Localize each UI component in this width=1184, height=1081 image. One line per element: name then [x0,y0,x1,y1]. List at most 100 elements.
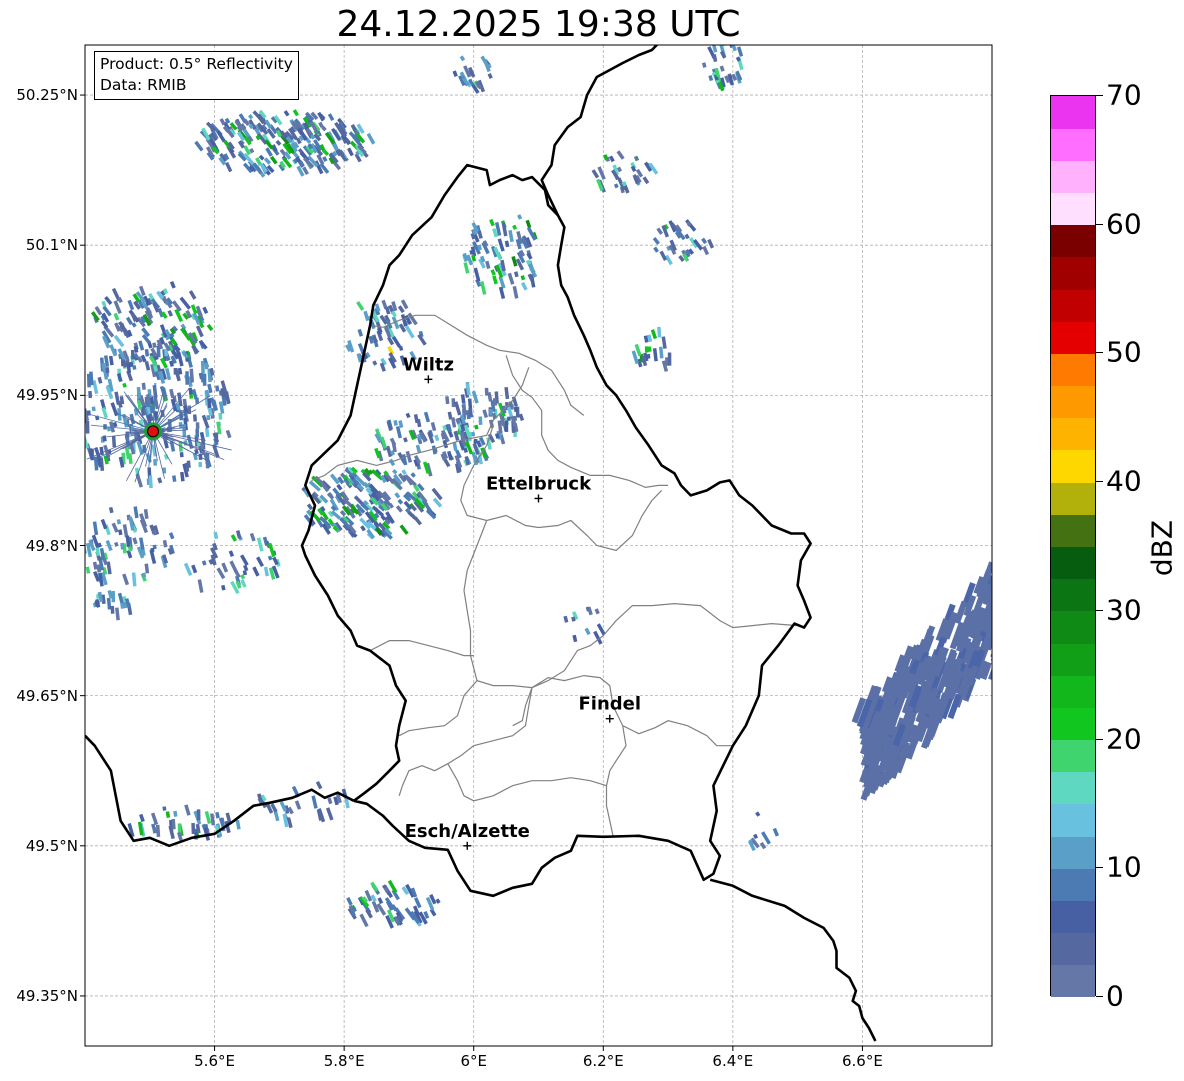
echo-cell [152,827,157,834]
lon-tick-label: 6.2°E [582,1052,624,1070]
colorbar-segment [1051,256,1095,290]
echo-cell [74,428,79,436]
echo-cell [110,605,115,614]
echo-cell [173,367,178,375]
echo-cell [153,458,158,466]
echo-cell [196,809,201,821]
colorbar-segment [1051,514,1095,547]
colorbar-tick [1096,609,1103,611]
colorbar-title: dBZ [1145,519,1179,577]
colorbar-tick-label: 0 [1106,979,1124,1013]
echo-cell [150,547,155,553]
colorbar-tick-label: 40 [1106,464,1142,498]
colorbar-segment [1051,546,1095,580]
lat-tick-label: 49.5°N [25,836,78,855]
colorbar-tick-label: 20 [1106,722,1142,756]
echo-cell [492,397,498,406]
echo-cell [111,590,116,603]
colorbar-tick [1096,352,1103,354]
radar-site [144,422,163,441]
colorbar-tick [1096,481,1103,483]
radar-site-marker [147,425,160,438]
product-label: Product: 0.5° Reflectivity [100,55,293,73]
colorbar-tick [1096,95,1103,96]
echo-cell [667,352,672,366]
data-source-label: Data: RMIB [100,76,187,94]
colorbar-segment [1051,771,1095,805]
colorbar-segment [1051,610,1095,644]
colorbar-tick-label: 50 [1106,335,1142,369]
lat-tick-label: 49.35°N [16,986,78,1005]
echo-cell [179,452,184,458]
echo-cell [484,387,489,396]
echo-cell [991,631,992,654]
colorbar-segment [1051,836,1095,869]
colorbar-tick [1096,996,1103,997]
colorbar-segment [1051,675,1095,708]
echo-cell [646,353,651,359]
colorbar-segment [1051,160,1095,194]
lon-tick-label: 6°E [460,1052,487,1070]
echo-cell [644,346,649,353]
lat-tick-label: 50.1°N [25,236,78,255]
echo-cell [77,418,81,425]
city-label: Wiltz [403,354,454,375]
echo-cell [88,390,93,399]
colorbar-segment [1051,96,1095,129]
echo-cell [994,632,1009,659]
colorbar-segment [1051,900,1095,934]
echo-cell [111,435,117,448]
colorbar-segment [1051,707,1095,741]
colorbar-segment [1051,643,1095,676]
colorbar-tick [1096,867,1103,869]
echo-cell [990,634,992,663]
echo-cell [195,422,200,429]
echo-cell [990,617,992,642]
echo-cell [185,371,189,385]
info-box: Product: 0.5° Reflectivity Data: RMIB [94,51,299,100]
lat-tick-label: 49.95°N [16,386,78,405]
echo-cell [478,416,483,425]
echo-cell [105,367,110,374]
echo-cell [507,416,511,421]
lat-tick-label: 49.65°N [16,686,78,705]
echo-cell [504,420,509,432]
colorbar-segment [1051,578,1095,612]
lon-tick-label: 6.6°E [842,1052,883,1070]
colorbar-tick-label: 10 [1106,850,1142,884]
echo-cell [146,394,151,403]
colorbar-tick-label: 70 [1106,78,1142,112]
echo-cell [992,606,1004,625]
colorbar-segment [1051,803,1095,837]
echo-cell [76,431,80,436]
lon-tick-label: 5.6°E [194,1052,235,1070]
echo-cell [182,424,187,438]
colorbar-segment [1051,868,1095,901]
echo-cell [120,542,125,550]
colorbar-segment [1051,224,1095,258]
colorbar-tick-label: 30 [1106,593,1142,627]
colorbar-tick [1096,223,1103,225]
echo-cell [218,412,223,420]
colorbar-tick-label: 60 [1106,207,1142,241]
lat-tick-label: 50.25°N [16,86,78,105]
echo-cell [132,365,137,370]
echo-cell [162,806,167,811]
colorbar-segment [1051,417,1095,451]
echo-cell [473,439,478,444]
city-label: Esch/Alzette [405,821,530,842]
echo-cell [200,360,205,374]
colorbar-tick [1096,738,1103,740]
echo-cell [195,428,200,438]
city-label: Ettelbruck [486,473,592,494]
echo-cell [85,524,86,533]
lon-tick-label: 5.8°E [323,1052,365,1070]
echo-cell [996,635,1008,654]
colorbar-segment [1051,449,1095,483]
colorbar-segment [1051,128,1095,161]
echo-cell [78,524,84,534]
colorbar-segment [1051,932,1095,966]
colorbar-segment [1051,353,1095,387]
radar-map: Wiltz Ettelbruck Findel Esch/Alzette [74,44,1009,1051]
colorbar-segment [1051,964,1095,998]
